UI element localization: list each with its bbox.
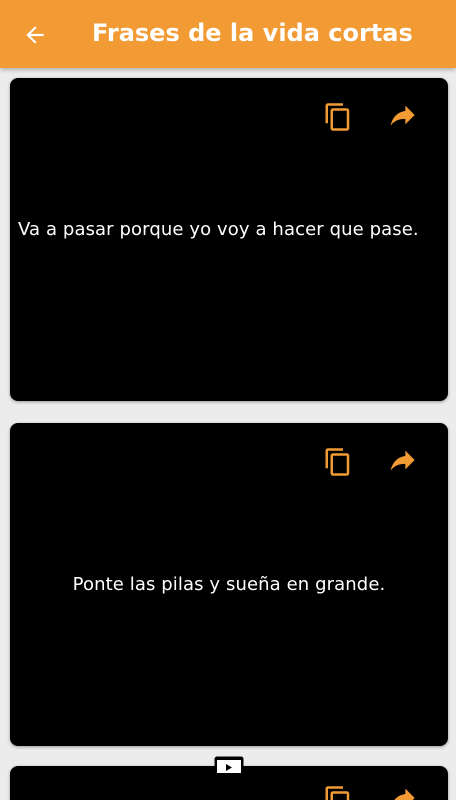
copy-icon <box>325 103 350 131</box>
arrow-left-icon <box>26 26 44 44</box>
share-icon <box>394 788 415 800</box>
share-icon <box>390 105 415 126</box>
page-title: Frases de la vida cortas <box>92 19 413 47</box>
copy-icon <box>325 448 350 476</box>
app-screen: Frases de la vida cortas Va a pasar porq… <box>0 0 456 800</box>
share-icon <box>390 450 415 471</box>
quote-card: Va a pasar porque yo voy a hacer que pas… <box>10 78 448 401</box>
share-button[interactable] <box>388 444 420 476</box>
copy-button[interactable] <box>322 446 354 478</box>
back-button[interactable] <box>20 20 50 50</box>
top-app-bar: Frases de la vida cortas <box>0 0 456 68</box>
quote-text: Ponte las pilas y sueña en grande. <box>72 574 386 595</box>
copy-button[interactable] <box>322 101 354 133</box>
share-button[interactable] <box>388 99 420 131</box>
share-button[interactable] <box>388 782 420 800</box>
quote-card: Ponte las pilas y sueña en grande. <box>10 423 448 746</box>
copy-icon <box>325 786 350 800</box>
media-play-icon <box>214 756 244 776</box>
copy-button[interactable] <box>322 784 354 800</box>
quote-text: Va a pasar porque yo voy a hacer que pas… <box>18 219 419 240</box>
